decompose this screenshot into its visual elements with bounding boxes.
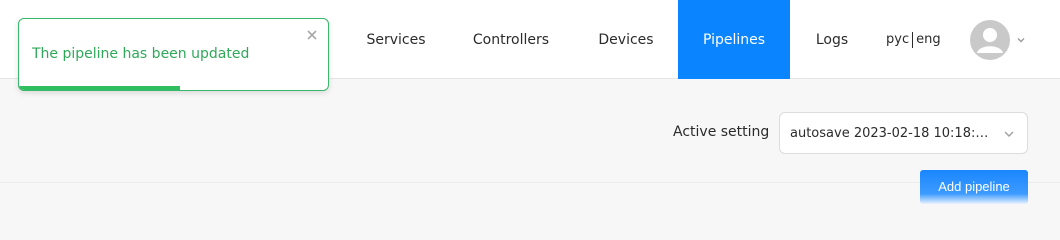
chevron-down-icon	[1017, 38, 1025, 43]
active-setting-select[interactable]: autosave 2023-02-18 10:18:1...	[779, 112, 1028, 154]
notification-toast: The pipeline has been updated	[18, 18, 329, 91]
nav-item-controllers[interactable]: Controllers	[452, 0, 570, 79]
active-setting-label: Active setting	[673, 124, 770, 140]
lang-option-ru[interactable]: рус	[886, 32, 909, 47]
nav-item-devices[interactable]: Devices	[580, 0, 672, 79]
user-avatar-icon[interactable]	[970, 20, 1010, 60]
close-icon[interactable]	[305, 28, 319, 42]
toast-message: The pipeline has been updated	[32, 46, 250, 62]
toast-progress-track	[19, 86, 328, 90]
content-divider	[0, 182, 1060, 183]
nav-item-pipelines[interactable]: Pipelines	[678, 0, 790, 79]
chevron-down-icon	[1004, 131, 1014, 137]
toast-progress-bar	[19, 86, 180, 90]
lang-option-en[interactable]: eng	[916, 32, 941, 47]
user-menu[interactable]	[970, 20, 1026, 60]
nav-item-logs[interactable]: Logs	[796, 0, 868, 79]
active-setting-value: autosave 2023-02-18 10:18:1...	[790, 125, 995, 141]
nav-item-services[interactable]: Services	[350, 0, 442, 79]
add-pipeline-button[interactable]: Add pipeline	[920, 170, 1028, 204]
lang-separator	[912, 31, 914, 48]
language-switcher: рус eng	[886, 0, 941, 79]
